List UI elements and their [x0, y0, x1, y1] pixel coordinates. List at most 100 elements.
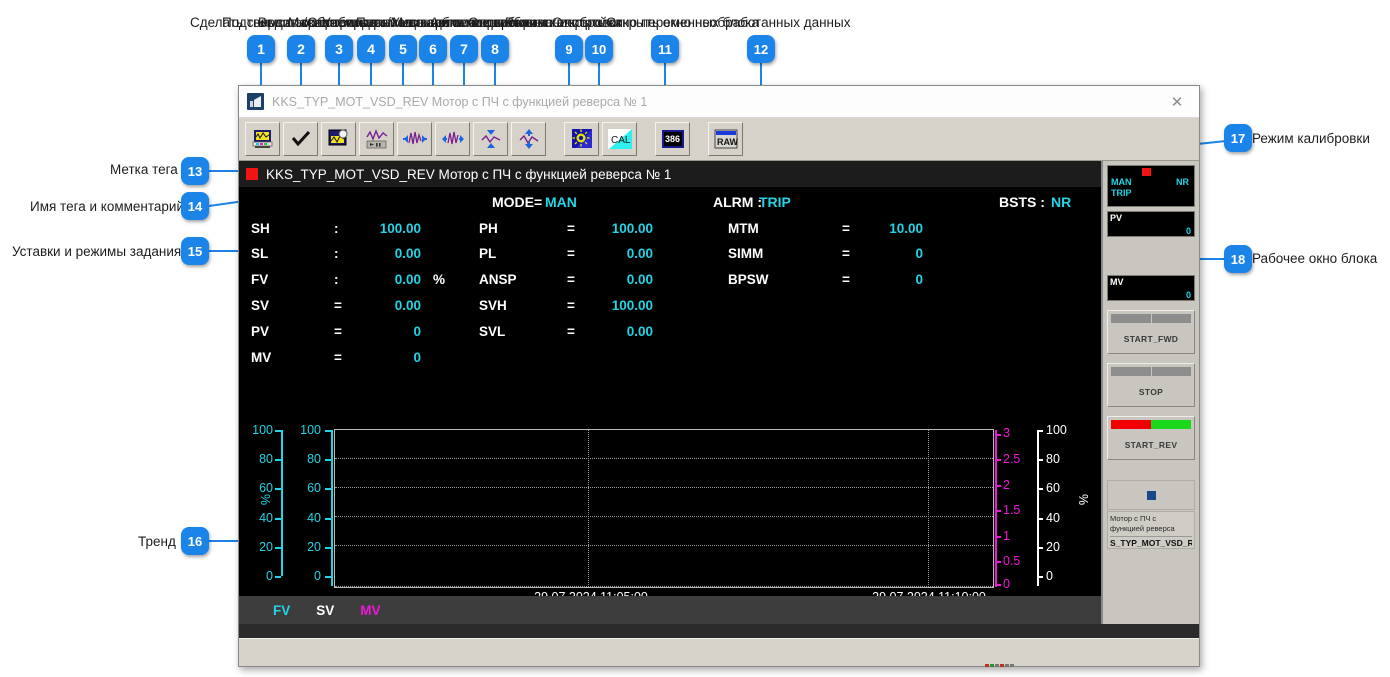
param-op: =: [567, 272, 575, 287]
trend-window-button[interactable]: [321, 122, 356, 156]
param-value: 0.00: [626, 324, 653, 339]
param-op: =: [567, 324, 575, 339]
callout-badge-2: 2: [287, 35, 315, 63]
param-unit: %: [433, 272, 446, 287]
axis-tick-label: 60: [259, 481, 273, 495]
param-op: =: [567, 221, 575, 236]
param-bpsw: BPSW: [728, 272, 769, 287]
autoscale-button[interactable]: [511, 122, 546, 156]
faceplate-comment-box: Мотор с ПЧ с функцией реверса S_TYP_MOT_…: [1107, 511, 1195, 549]
callout-badge-9: 9: [555, 35, 583, 63]
param-key: PV: [251, 324, 270, 339]
legend-item-mv[interactable]: MV: [360, 603, 380, 618]
axis-tick-label: 40: [307, 511, 321, 525]
callout-badge-12: 12: [747, 35, 775, 63]
param-key: FV: [251, 272, 269, 287]
param-value: 10.00: [889, 221, 923, 236]
raw-data-button[interactable]: RAW: [708, 122, 743, 156]
start-rev-button[interactable]: START_REV: [1107, 416, 1195, 460]
screenshot-button[interactable]: [245, 122, 280, 156]
vertical-scale-button[interactable]: [473, 122, 508, 156]
axis-tick-label: 0: [1046, 569, 1053, 583]
callout-badge-1: 1: [247, 35, 275, 63]
param-op: =: [842, 246, 850, 261]
close-icon[interactable]: ✕: [1155, 86, 1199, 117]
axis-tick-label: 60: [1046, 481, 1060, 495]
window-dark-divider: [239, 624, 1199, 638]
app-icon: [247, 93, 264, 110]
application-window: KKS_TYP_MOT_VSD_REV Мотор с ПЧ с функцие…: [238, 85, 1200, 667]
param-key: PH: [479, 221, 498, 236]
param-key: SIMM: [728, 246, 764, 261]
param-op: =: [334, 298, 342, 313]
top-annotation-notes: Сделать снимок экрана Подтвердить/Сброси…: [0, 14, 1390, 36]
legend-item-sv[interactable]: SV: [316, 603, 334, 618]
comment-line-1: Мотор с ПЧ с: [1110, 514, 1157, 523]
param-ph: PH: [479, 221, 498, 236]
zoom-out-time-button[interactable]: [435, 122, 470, 156]
faceplate-status-box: MAN NR TRIP: [1107, 165, 1195, 207]
settings-window-button[interactable]: [564, 122, 599, 156]
alarm-value: TRIP: [759, 194, 791, 210]
param-sl: SL: [251, 246, 268, 261]
block-operation-faceplate[interactable]: MAN NR TRIP PV 0 MV 0 START_FWD STOP STA…: [1101, 161, 1199, 624]
block-variables-button[interactable]: 386: [655, 122, 690, 156]
param-key: PL: [479, 246, 497, 261]
svg-text:CAL: CAL: [611, 135, 631, 146]
param-key: SVH: [479, 298, 507, 313]
callout-badge-13: 13: [181, 157, 209, 185]
axis-line: [331, 430, 333, 586]
trend-plot-area[interactable]: [334, 429, 994, 588]
axis-tick-label: 0: [314, 569, 321, 583]
button-strip: [1111, 420, 1191, 429]
callout-badge-5: 5: [389, 35, 417, 63]
status-mini-indicators: [985, 664, 1014, 667]
axis-line: [995, 430, 997, 587]
axis-tick-label: 20: [307, 540, 321, 554]
axis-tick-label: 2: [1003, 478, 1010, 492]
trend-legend: FV SV MV: [239, 596, 1101, 624]
window-title-bar[interactable]: KKS_TYP_MOT_VSD_REV Мотор с ПЧ с функцие…: [239, 86, 1199, 118]
faceplate-alarm: TRIP: [1111, 188, 1132, 198]
start-fwd-button[interactable]: START_FWD: [1107, 310, 1195, 354]
axis-tick-label: 80: [259, 452, 273, 466]
param-op: =: [567, 298, 575, 313]
faceplate-indicator[interactable]: [1107, 480, 1195, 510]
callout-badge-15: 15: [181, 237, 209, 265]
start-fwd-label: START_FWD: [1123, 334, 1179, 344]
sv-axis: 100 80 60 40 20 0 %: [1035, 412, 1091, 624]
zoom-in-time-button[interactable]: [397, 122, 432, 156]
svg-text:386: 386: [665, 134, 680, 144]
axis-tick-label: 3: [1003, 426, 1010, 440]
pv-label: PV: [1110, 213, 1123, 223]
faceplate-gap: [1107, 237, 1195, 271]
param-key: SL: [251, 246, 269, 261]
monitor-icon: [252, 130, 272, 148]
mode-value: MAN: [545, 194, 577, 210]
annotation-label-17: Режим калибровки: [1252, 131, 1370, 146]
faceplate-pv-bar: PV 0: [1107, 211, 1195, 237]
axis-tick-label: 100: [300, 423, 321, 437]
annotation-label-15: Уставки и режимы задания: [12, 244, 182, 259]
fv-axis-inner: 100 80 60 40 20 0: [285, 412, 333, 624]
time-scale-button[interactable]: [359, 122, 394, 156]
acknowledge-button[interactable]: [283, 122, 318, 156]
callout-badge-4: 4: [357, 35, 385, 63]
param-key: SV: [251, 298, 270, 313]
start-rev-label: START_REV: [1124, 440, 1178, 450]
param-ansp: ANSP: [479, 272, 517, 287]
mv-axis: 3 2.5 2 1.5 1 0.5 0: [994, 412, 1038, 624]
param-value: 0: [413, 324, 421, 339]
callout-badge-7: 7: [450, 35, 478, 63]
stop-button[interactable]: STOP: [1107, 363, 1195, 407]
black-filler: [239, 383, 1101, 412]
faceplate-mv-bar: MV 0: [1107, 275, 1195, 301]
wave-arrows-down-icon: [481, 130, 500, 148]
legend-item-fv[interactable]: FV: [273, 603, 290, 618]
tag-label-row: KKS_TYP_MOT_VSD_REV Мотор с ПЧ с функцие…: [239, 161, 1101, 187]
mv-label: MV: [1110, 277, 1124, 287]
calibration-button[interactable]: CAL: [602, 122, 637, 156]
tag-label-text: KKS_TYP_MOT_VSD_REV Мотор с ПЧ с функцие…: [266, 166, 672, 182]
trend-chart[interactable]: % 100 80 60 40 20 0 100 80 60 40 20 0 3 …: [239, 412, 1101, 624]
button-strip: [1111, 314, 1191, 323]
